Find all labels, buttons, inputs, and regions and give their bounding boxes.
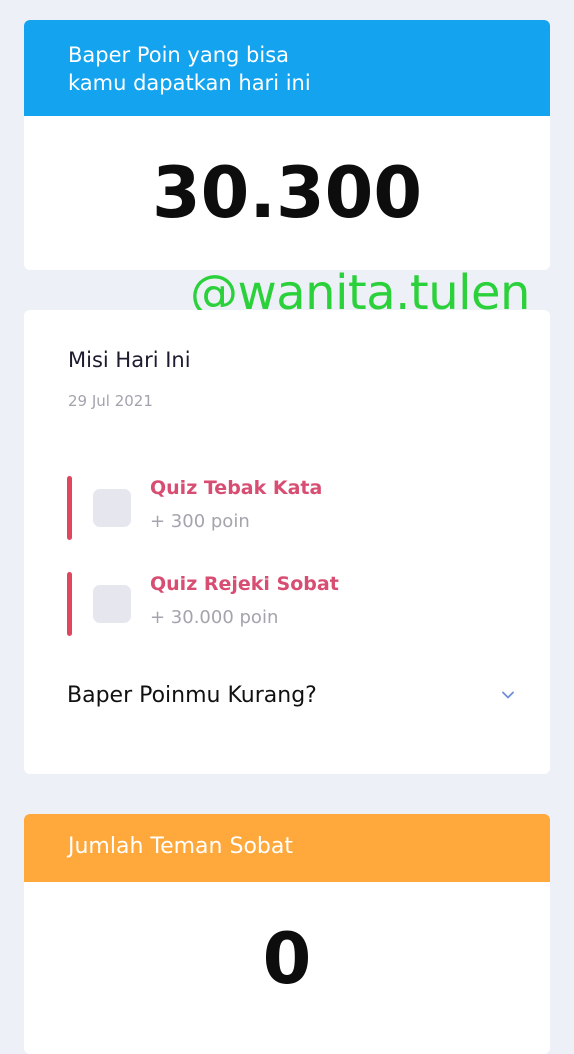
missions-card: Misi Hari Ini 29 Jul 2021 Quiz Tebak Kat… bbox=[24, 310, 550, 774]
points-low-accordion[interactable]: Baper Poinmu Kurang? bbox=[67, 678, 515, 718]
mission-title[interactable]: Quiz Tebak Kata bbox=[150, 477, 322, 499]
friends-count: 0 bbox=[262, 918, 312, 1000]
mission-checkbox[interactable] bbox=[93, 585, 131, 623]
points-value: 30.300 bbox=[151, 152, 423, 234]
points-card-header: Baper Poin yang bisa kamu dapatkan hari … bbox=[24, 20, 550, 116]
missions-date: 29 Jul 2021 bbox=[68, 392, 153, 410]
points-header-line2: kamu dapatkan hari ini bbox=[68, 71, 311, 95]
friends-card: Jumlah Teman Sobat 0 bbox=[24, 814, 550, 1054]
mission-item-quiz-tebak-kata[interactable]: Quiz Tebak Kata + 300 poin bbox=[67, 476, 507, 540]
points-card: Baper Poin yang bisa kamu dapatkan hari … bbox=[24, 20, 550, 270]
mission-item-quiz-rejeki-sobat[interactable]: Quiz Rejeki Sobat + 30.000 poin bbox=[67, 572, 507, 636]
friends-card-header: Jumlah Teman Sobat bbox=[24, 814, 550, 882]
missions-title: Misi Hari Ini bbox=[68, 348, 191, 372]
mission-accent-bar bbox=[67, 572, 72, 636]
points-header-line1: Baper Poin yang bisa bbox=[68, 43, 290, 67]
mission-reward: + 300 poin bbox=[150, 511, 250, 532]
mission-title[interactable]: Quiz Rejeki Sobat bbox=[150, 573, 339, 595]
mission-accent-bar bbox=[67, 476, 72, 540]
mission-checkbox[interactable] bbox=[93, 489, 131, 527]
accordion-label[interactable]: Baper Poinmu Kurang? bbox=[67, 683, 317, 708]
mission-reward: + 30.000 poin bbox=[150, 607, 279, 628]
chevron-down-icon[interactable] bbox=[501, 688, 515, 702]
